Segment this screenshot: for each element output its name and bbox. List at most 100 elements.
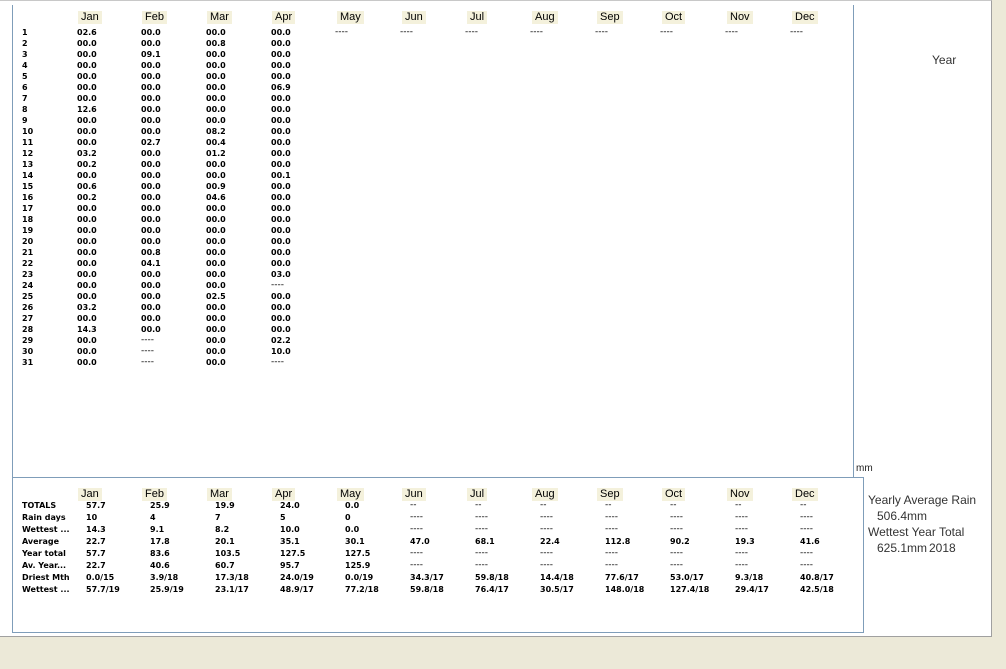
summary-value: 127.5 [345, 549, 371, 558]
daily-value: 00.0 [77, 61, 97, 70]
daily-value: 00.0 [271, 28, 291, 37]
summary-value: ---- [540, 560, 553, 570]
daily-value: ---- [141, 335, 154, 345]
summary-value: ---- [670, 524, 683, 534]
summary-value: 23.1/17 [215, 585, 249, 594]
day-number: 11 [22, 138, 34, 147]
summary-value: 57.7 [86, 549, 106, 558]
summary-value: 76.4/17 [475, 585, 509, 594]
daily-value: 00.0 [206, 94, 226, 103]
summary-value: ---- [475, 512, 488, 522]
daily-value: 00.0 [271, 61, 291, 70]
daily-value: ---- [141, 346, 154, 356]
daily-value: 00.2 [77, 193, 97, 202]
summary-value: ---- [800, 560, 813, 570]
daily-value: 03.2 [77, 303, 97, 312]
summary-value: -- [670, 500, 677, 510]
daily-value: 00.0 [206, 281, 226, 290]
daily-value: 00.0 [77, 83, 97, 92]
daily-value: 00.0 [141, 182, 161, 191]
daily-rainfall-panel: Jan Feb Mar Apr May Jun Jul Aug Sep Oct Nov Dec 1 2 3 4… [12, 5, 854, 478]
month-header-mar: Mar [207, 11, 232, 24]
summary-value: -- [800, 500, 807, 510]
daily-value: 00.0 [77, 116, 97, 125]
empty-month-marker: ---- [595, 27, 608, 37]
daily-value: 00.0 [206, 50, 226, 59]
summary-value: 20.1 [215, 537, 235, 546]
daily-value: 00.0 [271, 39, 291, 48]
summary-value: -- [475, 500, 482, 510]
month-header-dec: Dec [792, 11, 818, 24]
summary-value: 53.0/17 [670, 573, 704, 582]
daily-value: 00.0 [271, 303, 291, 312]
daily-value: 00.0 [206, 336, 226, 345]
summary-value: ---- [670, 512, 683, 522]
daily-value: 00.0 [77, 215, 97, 224]
daily-value: 00.0 [141, 270, 161, 279]
daily-value: 00.0 [271, 248, 291, 257]
summary-value: ---- [800, 548, 813, 558]
daily-value: 00.0 [271, 105, 291, 114]
daily-value: 00.0 [141, 325, 161, 334]
day-number: 29 [22, 336, 34, 345]
month-header-jan: Jan [78, 11, 102, 24]
day-number: 20 [22, 237, 34, 246]
daily-value: 00.0 [206, 237, 226, 246]
summary-value: ---- [410, 524, 423, 534]
summary-value: 10.0 [280, 525, 300, 534]
daily-value: 00.8 [141, 248, 161, 257]
day-number: 12 [22, 149, 34, 158]
summary-panel: Jan Feb Mar Apr May Jun Jul Aug Sep Oct Nov Dec TOTA… [12, 477, 864, 633]
day-number: 10 [22, 127, 34, 136]
month-header-sep: Sep [597, 11, 623, 24]
daily-value: 00.0 [141, 171, 161, 180]
month-header-may: May [337, 11, 364, 24]
daily-value: 00.0 [206, 215, 226, 224]
summary-row-label: Wettest ... [22, 585, 70, 594]
daily-value: 01.2 [206, 149, 226, 158]
daily-value: 00.0 [141, 160, 161, 169]
summary-value: 24.0/19 [280, 573, 314, 582]
summary-value: 22.7 [86, 537, 106, 546]
summary-value: 148.0/18 [605, 585, 645, 594]
summary-row-label: Wettest ... [22, 525, 70, 534]
daily-value: 02.2 [271, 336, 291, 345]
summary-value: 48.9/17 [280, 585, 314, 594]
summary-value: 7 [215, 513, 221, 522]
daily-value: 03.0 [271, 270, 291, 279]
summary-value: 0.0 [345, 501, 360, 510]
summary-value: 83.6 [150, 549, 170, 558]
daily-value: 00.0 [77, 171, 97, 180]
daily-value: 00.0 [271, 226, 291, 235]
daily-value: 00.0 [141, 72, 161, 81]
daily-value: 00.0 [271, 127, 291, 136]
summary-value: -- [540, 500, 547, 510]
daily-value: 00.0 [77, 138, 97, 147]
summary-value: 41.6 [800, 537, 820, 546]
daily-value: 00.0 [77, 347, 97, 356]
month-header-apr: Apr [272, 11, 296, 24]
summary-value: 3.9/18 [150, 573, 179, 582]
summary-value: 19.9 [215, 501, 235, 510]
summary-value: ---- [735, 560, 748, 570]
daily-value: 00.0 [141, 193, 161, 202]
summary-value: 59.8/18 [410, 585, 444, 594]
summary-value: 0.0 [345, 525, 360, 534]
daily-value: 00.6 [77, 182, 97, 191]
yearly-average-label: Yearly Average Rain [868, 493, 977, 507]
daily-value: 00.0 [141, 303, 161, 312]
day-number: 28 [22, 325, 34, 334]
daily-value: 00.0 [206, 61, 226, 70]
daily-value: 00.0 [271, 259, 291, 268]
month-header-jul: Jul [467, 11, 488, 24]
daily-value: 00.0 [77, 72, 97, 81]
day-number: 1 [22, 28, 28, 37]
day-number: 7 [22, 94, 28, 103]
day-number: 18 [22, 215, 34, 224]
daily-value: 00.0 [141, 314, 161, 323]
daily-value: 06.9 [271, 83, 291, 92]
summary-value: 19.3 [735, 537, 755, 546]
day-number: 16 [22, 193, 34, 202]
empty-month-marker: ---- [465, 27, 478, 37]
summary-row-label: Rain days [22, 513, 66, 522]
